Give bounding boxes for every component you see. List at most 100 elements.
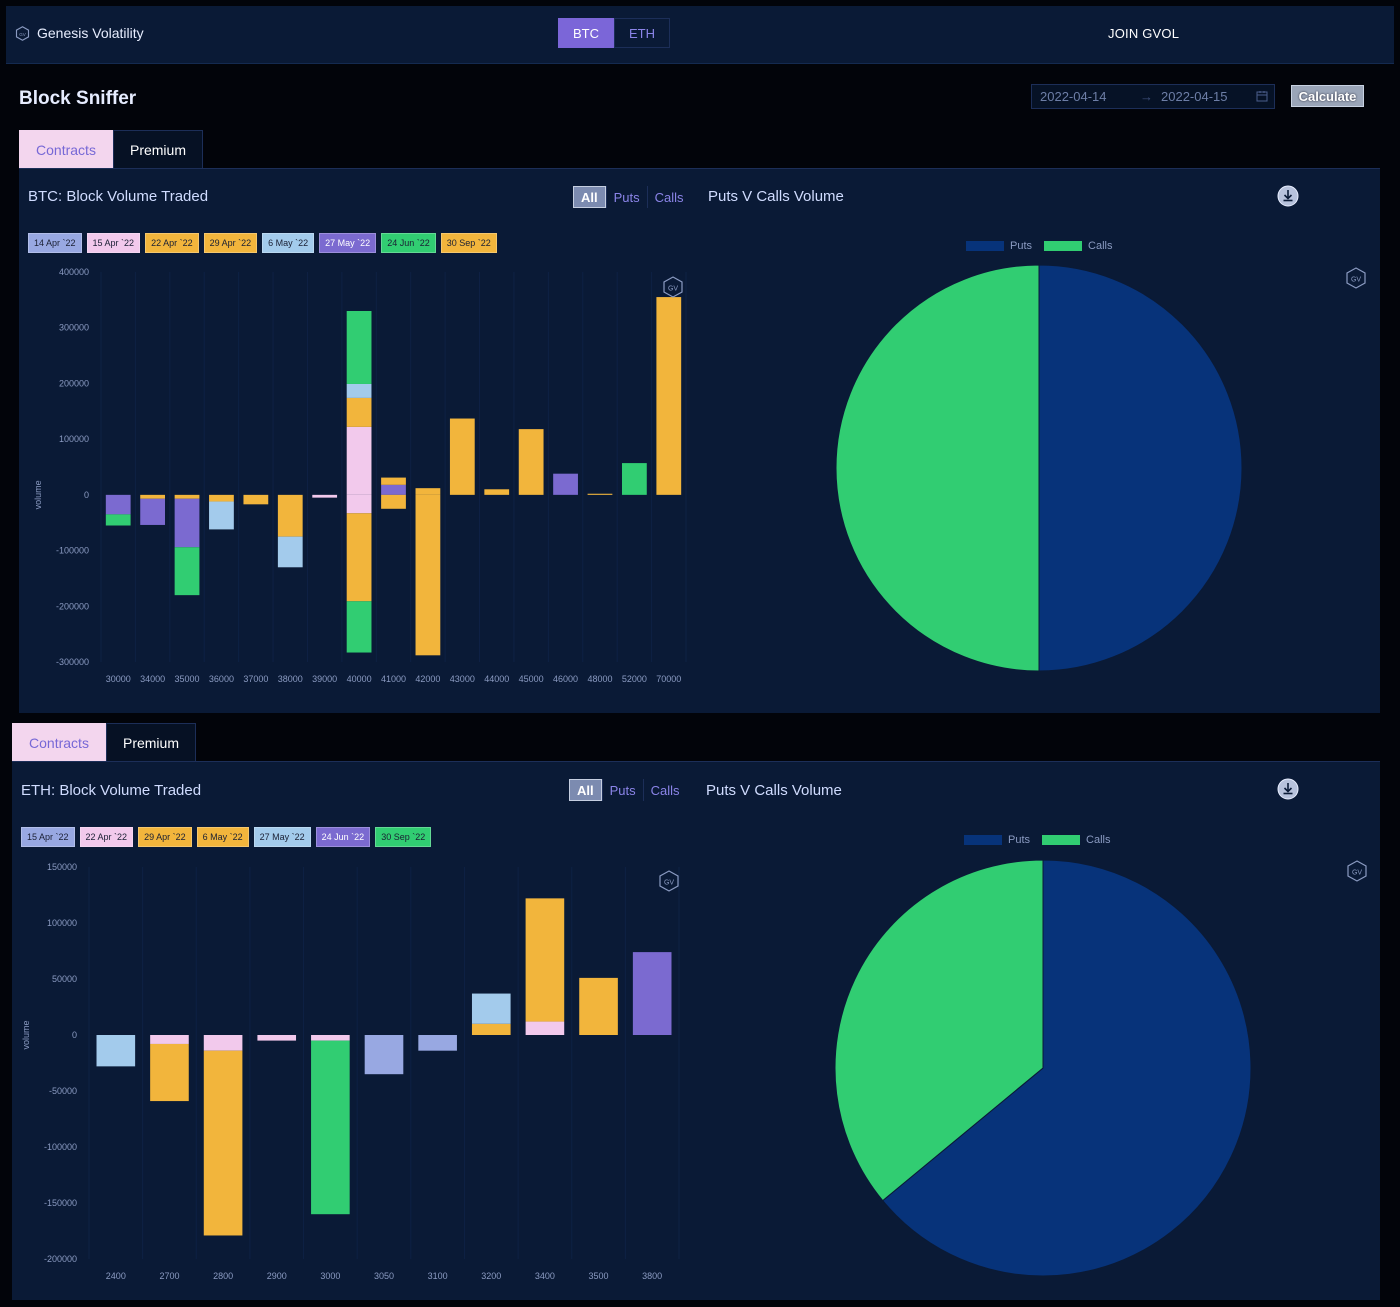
filter-calls-button[interactable]: Calls	[642, 779, 687, 801]
bar-segment[interactable]	[525, 898, 565, 1022]
filter-all-button[interactable]: All	[573, 186, 606, 208]
expiry-legend-chip[interactable]: 30 Sep `22	[440, 233, 497, 253]
filter-puts-button[interactable]: Puts	[601, 779, 643, 801]
pie-slice-puts[interactable]	[1038, 264, 1243, 672]
eth-bar-chart: 150000 100000 50000 0 -50000 -100000 -150000 -2…	[21, 862, 680, 1281]
btc-view-tabs: Contracts Premium	[19, 130, 203, 169]
x-tick-label: 2400	[106, 1271, 126, 1281]
svg-text:GV: GV	[668, 286, 678, 293]
bar-segment[interactable]	[209, 501, 234, 530]
gv-badge-icon: GV	[1347, 860, 1367, 882]
download-icon[interactable]	[1277, 185, 1299, 207]
bar-segment[interactable]	[243, 494, 269, 505]
calendar-icon[interactable]	[1256, 90, 1268, 102]
expiry-legend-chip[interactable]: 27 May `22	[253, 827, 311, 847]
puts-legend-label: Puts	[1008, 834, 1031, 846]
bar-segment[interactable]	[140, 494, 166, 499]
bar-segment[interactable]	[449, 418, 475, 495]
tab-premium[interactable]: Premium	[106, 723, 196, 762]
bar-segment[interactable]	[311, 1035, 350, 1041]
bar-segment[interactable]	[415, 494, 441, 656]
bar-segment[interactable]	[140, 498, 166, 525]
bar-segment[interactable]	[579, 977, 618, 1035]
calculate-button[interactable]: Calculate	[1291, 85, 1364, 107]
bar-segment[interactable]	[96, 1035, 136, 1067]
y-axis-label: volume	[33, 480, 43, 509]
end-date-input[interactable]: 2022-04-15	[1161, 89, 1228, 104]
bar-segment[interactable]	[346, 601, 372, 653]
expiry-legend-chip[interactable]: 27 May `22	[319, 233, 377, 253]
expiry-legend-chip[interactable]: 24 Jun `22	[315, 827, 371, 847]
bar-segment[interactable]	[150, 1043, 189, 1102]
bar-segment[interactable]	[346, 513, 372, 602]
bar-segment[interactable]	[381, 477, 406, 485]
gvol-logo-icon: GV	[15, 25, 30, 41]
bar-segment[interactable]	[105, 494, 131, 515]
bar-segment[interactable]	[621, 463, 647, 495]
svg-text:GV: GV	[19, 31, 26, 36]
expiry-legend-chip[interactable]: 29 Apr `22	[203, 233, 258, 253]
bar-segment[interactable]	[381, 484, 406, 495]
expiry-legend-chip[interactable]: 14 Apr `22	[28, 233, 82, 253]
bar-segment[interactable]	[656, 297, 682, 495]
bar-segment[interactable]	[346, 383, 372, 398]
expiry-legend-chip[interactable]: 15 Apr `22	[21, 827, 75, 847]
x-tick-label: 42000	[415, 674, 440, 684]
bar-segment[interactable]	[209, 494, 234, 502]
tab-contracts[interactable]: Contracts	[12, 723, 106, 762]
filter-all-button[interactable]: All	[569, 779, 602, 801]
expiry-legend-chip[interactable]: 22 Apr `22	[145, 233, 199, 253]
expiry-legend-chip[interactable]: 29 Apr `22	[138, 827, 192, 847]
asset-eth-button[interactable]: ETH	[614, 18, 670, 48]
expiry-legend-chip[interactable]: 24 Jun `22	[381, 233, 436, 253]
start-date-input[interactable]: 2022-04-14	[1040, 89, 1107, 104]
bar-segment[interactable]	[632, 952, 672, 1035]
bar-segment[interactable]	[346, 426, 372, 495]
date-range-picker[interactable]: 2022-04-14 → 2022-04-15	[1031, 84, 1275, 109]
tab-contracts[interactable]: Contracts	[19, 130, 113, 169]
bar-segment[interactable]	[415, 488, 441, 495]
puts-legend-swatch	[966, 241, 1004, 251]
bar-segment[interactable]	[311, 1040, 350, 1215]
bar-segment[interactable]	[277, 494, 303, 537]
bar-segment[interactable]	[203, 1035, 243, 1051]
bar-segment[interactable]	[525, 1021, 565, 1035]
bar-segment[interactable]	[471, 993, 511, 1024]
x-tick-label: 43000	[450, 674, 475, 684]
x-tick-label: 46000	[553, 674, 578, 684]
gv-badge-icon: GV	[659, 870, 679, 892]
bar-segment[interactable]	[346, 397, 372, 427]
expiry-legend-chip[interactable]: 6 May `22	[196, 827, 249, 847]
bar-segment[interactable]	[381, 494, 406, 509]
bar-segment[interactable]	[484, 489, 510, 495]
asset-btc-button[interactable]: BTC	[558, 18, 614, 48]
bar-segment[interactable]	[587, 493, 613, 495]
bar-segment[interactable]	[174, 498, 200, 548]
bar-segment[interactable]	[277, 536, 303, 568]
join-gvol-link[interactable]: JOIN GVOL	[1108, 26, 1179, 41]
filter-calls-button[interactable]: Calls	[646, 186, 691, 208]
bar-segment[interactable]	[471, 1023, 511, 1035]
expiry-legend-chip[interactable]: 15 Apr `22	[86, 233, 141, 253]
bar-segment[interactable]	[257, 1035, 297, 1041]
bar-segment[interactable]	[150, 1035, 189, 1044]
bar-segment[interactable]	[553, 473, 578, 495]
bar-segment[interactable]	[174, 494, 200, 499]
pie-slice-calls[interactable]	[835, 264, 1040, 672]
bar-segment[interactable]	[312, 494, 338, 498]
expiry-legend-chip[interactable]: 22 Apr `22	[79, 827, 134, 847]
bar-segment[interactable]	[346, 494, 372, 514]
bar-segment[interactable]	[418, 1035, 457, 1051]
bar-segment[interactable]	[518, 429, 544, 495]
filter-puts-button[interactable]: Puts	[605, 186, 647, 208]
tab-premium[interactable]: Premium	[113, 130, 203, 169]
bar-segment[interactable]	[174, 547, 200, 596]
bar-segment[interactable]	[105, 514, 131, 526]
brand[interactable]: GV Genesis Volatility	[15, 25, 144, 41]
bar-segment[interactable]	[364, 1035, 404, 1075]
expiry-legend-chip[interactable]: 6 May `22	[262, 233, 315, 253]
bar-segment[interactable]	[203, 1050, 243, 1236]
download-icon[interactable]	[1277, 778, 1299, 800]
bar-segment[interactable]	[346, 311, 372, 384]
expiry-legend-chip[interactable]: 30 Sep `22	[375, 827, 432, 847]
